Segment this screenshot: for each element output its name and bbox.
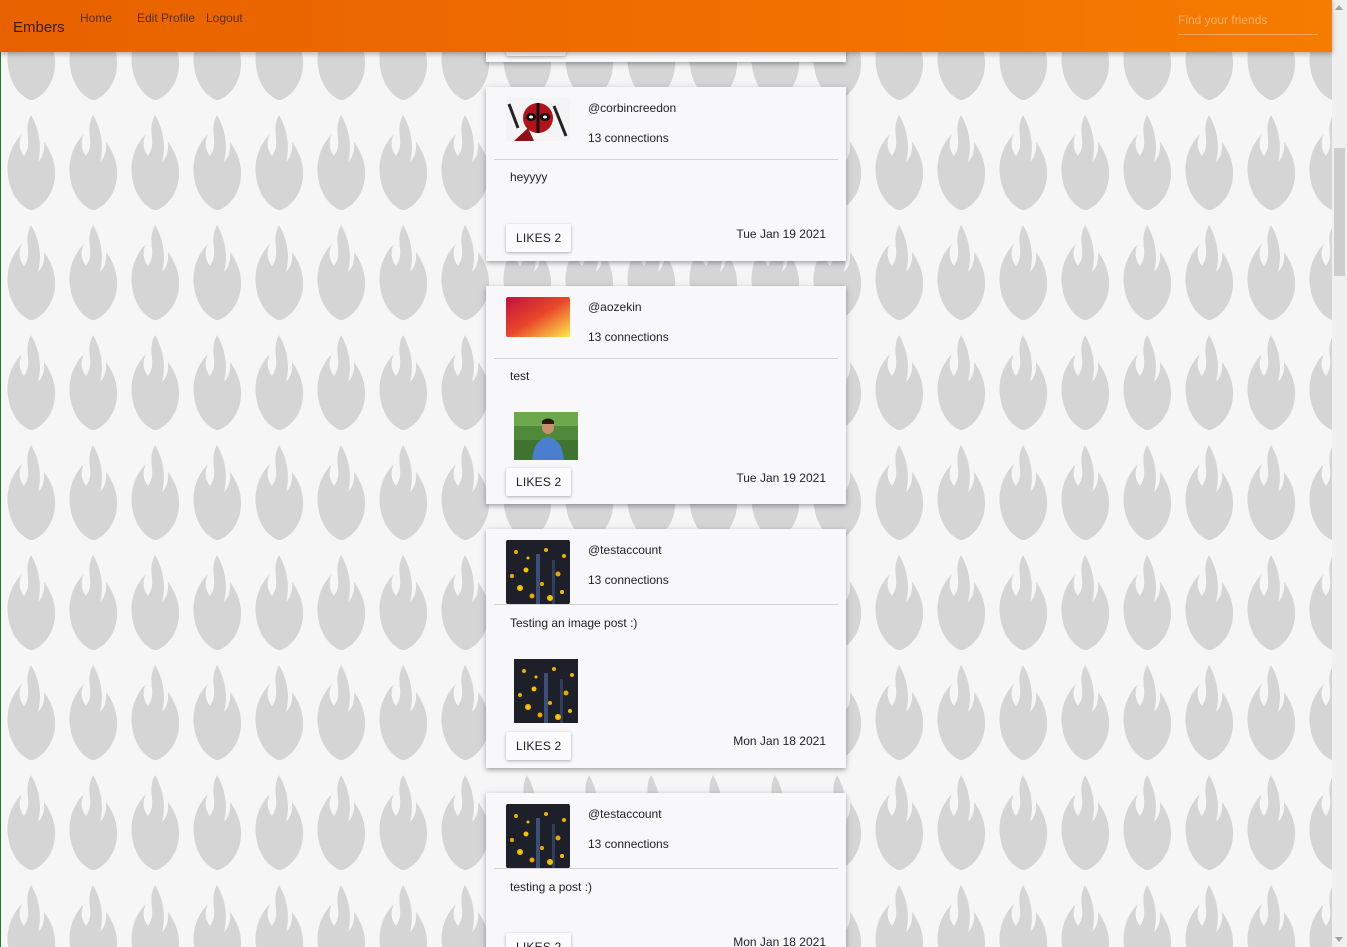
deadpool-avatar[interactable] <box>506 98 570 141</box>
window-edge <box>0 0 1 947</box>
post-date: Mon Jan 18 2021 <box>733 935 826 947</box>
post-card: @testaccount 13 connections Testing an i… <box>486 529 846 768</box>
post-header: @corbincreedon 13 connections <box>494 87 838 160</box>
post-card: @aozekin 13 connections test LIKES 2 Tue… <box>486 286 846 504</box>
likes-button[interactable]: LIKES 2 <box>506 224 572 252</box>
post-date: Mon Jan 18 2021 <box>733 734 826 748</box>
connections-count: 13 connections <box>588 330 669 344</box>
nav-link-edit-profile[interactable]: Edit Profile <box>137 11 195 25</box>
post-text: testing a post :) <box>510 880 593 894</box>
likes-button[interactable]: LIKES 2 <box>506 933 572 947</box>
connections-count: 13 connections <box>588 131 669 145</box>
post-text: test <box>510 369 530 383</box>
scroll-up-icon[interactable] <box>1335 5 1343 10</box>
nav-link-home[interactable]: Home <box>80 11 112 25</box>
post-username[interactable]: @corbincreedon <box>588 101 676 115</box>
fireflies-avatar[interactable] <box>506 540 570 604</box>
post-username[interactable]: @testaccount <box>588 543 662 557</box>
top-nav-bar: Embers Home Edit Profile Logout <box>0 0 1332 52</box>
post-date: Tue Jan 19 2021 <box>736 227 826 241</box>
scrollbar-thumb[interactable] <box>1334 148 1345 276</box>
likes-button[interactable]: LIKES 2 <box>506 468 572 496</box>
search-friends-input[interactable] <box>1178 6 1318 35</box>
brand-logo[interactable]: Embers <box>13 19 65 36</box>
post-header: @testaccount 13 connections <box>494 793 838 869</box>
gradient-avatar[interactable] <box>506 297 570 340</box>
post-text: heyyyy <box>510 170 548 184</box>
nav-link-logout[interactable]: Logout <box>206 11 243 25</box>
post-card: @testaccount 13 connections testing a po… <box>486 793 846 947</box>
post-card: @corbincreedon 13 connections heyyyy LIK… <box>486 87 846 261</box>
fireflies-photo[interactable] <box>514 659 578 723</box>
post-username[interactable]: @aozekin <box>588 300 642 314</box>
fireflies-avatar[interactable] <box>506 804 570 868</box>
man-in-blue-shirt-photo[interactable] <box>514 412 578 460</box>
post-text: Testing an image post :) <box>510 616 638 630</box>
connections-count: 13 connections <box>588 573 669 587</box>
connections-count: 13 connections <box>588 837 669 851</box>
scroll-down-icon[interactable] <box>1335 937 1343 942</box>
post-username[interactable]: @testaccount <box>588 807 662 821</box>
likes-button[interactable]: LIKES 2 <box>506 732 572 760</box>
post-header: @aozekin 13 connections <box>494 286 838 359</box>
post-header: @testaccount 13 connections <box>494 529 838 605</box>
vertical-scrollbar[interactable] <box>1332 0 1347 947</box>
post-date: Tue Jan 19 2021 <box>736 471 826 485</box>
